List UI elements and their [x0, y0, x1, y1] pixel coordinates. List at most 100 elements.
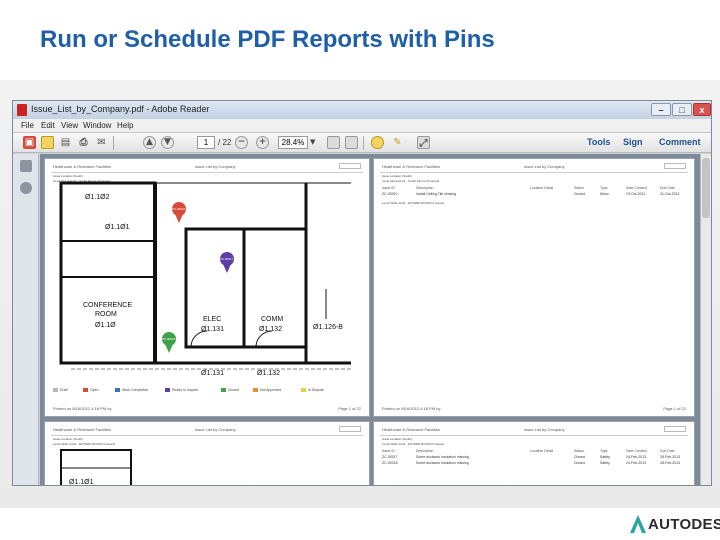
page-number-input[interactable]: 1	[197, 136, 215, 149]
save-icon[interactable]: ▤	[59, 136, 72, 149]
scrollbar-thumb[interactable]	[702, 158, 710, 218]
open-folder-icon[interactable]	[41, 136, 54, 149]
legend-swatch	[115, 388, 120, 393]
menu-help[interactable]: Help	[117, 121, 133, 130]
elec-room-number: Ø1.131	[201, 326, 224, 333]
header-rule	[51, 435, 363, 436]
status-cell: Closed	[574, 192, 585, 196]
zoom-level-input[interactable]: 28.4%	[278, 136, 308, 149]
column-header: Issue ID	[382, 186, 395, 190]
issue-pin[interactable]: ZC-00017	[220, 252, 234, 273]
type-cell: Safety	[600, 461, 610, 465]
zoom-in-icon[interactable]: +	[256, 136, 269, 149]
report-name: Issue List by Company	[524, 427, 565, 432]
title-bar[interactable]: Issue_List_by_Company.pdf - Adobe Reader…	[13, 101, 711, 119]
zoom-out-icon[interactable]: −	[235, 136, 248, 149]
issue-id-cell: ZC-00017	[382, 455, 398, 459]
print-icon[interactable]: ⎙	[77, 136, 90, 149]
attachments-icon[interactable]	[20, 182, 32, 194]
window-title: Issue_List_by_Company.pdf - Adobe Reader	[31, 104, 210, 114]
issue-pin[interactable]: ZC-00018	[162, 332, 176, 353]
date-created-cell: 19-Oct-2012	[626, 192, 646, 196]
sign-pane-link[interactable]: Sign	[623, 137, 643, 147]
section-title: Issue Location (South)	[382, 174, 413, 178]
menu-view[interactable]: View	[61, 121, 78, 130]
menu-file[interactable]: File	[21, 121, 34, 130]
pdf-page-issue-table: Healthcare & Research Facilities Issue L…	[373, 158, 695, 417]
status-cell: Closed	[574, 455, 585, 459]
next-page-icon[interactable]: ▼	[161, 136, 174, 149]
legend-label: Closed	[228, 388, 239, 392]
legend-label: Work Completed	[122, 388, 149, 392]
legend-label: Draft	[60, 388, 68, 392]
issue-pin[interactable]: ZC-00010	[172, 202, 186, 223]
column-header: Type	[600, 449, 608, 453]
type-cell: Safety	[600, 455, 610, 459]
navigation-sidebar	[13, 154, 39, 485]
legend-label: In Dispute	[308, 388, 324, 392]
column-header: Description	[416, 449, 434, 453]
pdf-page-floorplan-2: Healthcare & Research Facilities Issue L…	[44, 421, 370, 485]
legend-swatch	[83, 388, 88, 393]
company-logo	[664, 426, 686, 432]
vertical-scrollbar[interactable]	[700, 154, 711, 485]
tools-pane-link[interactable]: Tools	[587, 137, 610, 147]
column-header: Status	[574, 449, 584, 453]
conference-room-label: CONFERENCE	[83, 302, 132, 309]
table-row[interactable]: ZC-00010 Install Ceiling Tile missing Cl…	[382, 192, 692, 198]
email-icon[interactable]: ✉	[95, 136, 108, 149]
legend-swatch	[53, 388, 58, 393]
description-cell: Install Ceiling Tile missing	[416, 192, 457, 196]
previous-page-icon[interactable]: ▲	[143, 136, 156, 149]
chevron-down-icon[interactable]: ▼	[310, 138, 315, 146]
description-cell: Some ductwork insulation missing	[416, 455, 469, 459]
header-rule	[380, 172, 688, 173]
comment-pane-link[interactable]: Comment	[659, 137, 701, 147]
create-pdf-icon[interactable]: ▣	[23, 136, 36, 149]
issue-pin-id: ZC-00018	[162, 337, 176, 341]
column-header: Description	[416, 186, 434, 190]
pdf-file-icon	[17, 104, 27, 116]
legend-item: Open	[83, 388, 99, 393]
fit-page-icon[interactable]	[327, 136, 340, 149]
description-cell: Some ductwork insulation missing	[416, 461, 469, 465]
legend-swatch	[221, 388, 226, 393]
location-sub: Level 01/DL-1011 - ESTERN ROOM (3 issues…	[382, 201, 445, 205]
issue-pin-id: ZC-00010	[172, 207, 186, 211]
read-mode-icon[interactable]: ⤢	[417, 136, 430, 149]
report-project: Healthcare & Research Facilities	[53, 164, 112, 169]
pdf-page-floorplan: Healthcare & Research Facilities Issue L…	[44, 158, 370, 417]
fit-width-icon[interactable]	[345, 136, 358, 149]
comment-bubble-icon[interactable]	[371, 136, 384, 149]
close-button[interactable]: x	[693, 103, 711, 116]
minimize-button[interactable]: –	[651, 103, 671, 116]
issue-id-cell: ZC-00018	[382, 461, 398, 465]
legend-swatch	[253, 388, 258, 393]
page-total: / 22	[218, 138, 232, 147]
room-number-label: Ø1.131	[201, 370, 224, 377]
legend-label: Open	[90, 388, 99, 392]
menu-edit[interactable]: Edit	[41, 121, 55, 130]
toolbar-divider	[113, 136, 114, 150]
menu-window[interactable]: Window	[83, 121, 111, 130]
column-header: Location Detail	[530, 449, 554, 453]
report-name: Issue List by Company	[195, 427, 236, 432]
company-logo	[339, 426, 361, 432]
due-date-cell: 28-Feb-2013	[660, 461, 681, 465]
company-logo	[339, 163, 361, 169]
maximize-button[interactable]: □	[672, 103, 692, 116]
section-title: Issue Location (South)	[382, 437, 413, 441]
floor-plan-drawing: Ø1.1Ø2 Ø1.1Ø1 CONFERENCE ROOM Ø1.1Ø ELEC…	[59, 181, 351, 377]
highlight-pen-icon[interactable]: ✎	[391, 136, 404, 149]
type-cell: Minor	[600, 192, 609, 196]
table-row[interactable]: ZC-00018 Some ductwork insulation missin…	[382, 461, 692, 467]
adobe-reader-window: Issue_List_by_Company.pdf - Adobe Reader…	[12, 100, 712, 486]
document-viewport[interactable]: Healthcare & Research Facilities Issue L…	[40, 154, 700, 485]
column-header: Status	[574, 186, 584, 190]
section-title: Issue Location (South)	[53, 437, 84, 441]
page-thumbnails-icon[interactable]	[20, 160, 32, 172]
legend-label: Ready to Inspect	[172, 388, 199, 392]
page-footer-printed: Printed on 8/16/2012 4:18 PM by	[53, 406, 112, 411]
report-project: Healthcare & Research Facilities	[53, 427, 112, 432]
room-number-label: Ø1.1Ø1	[105, 224, 130, 231]
